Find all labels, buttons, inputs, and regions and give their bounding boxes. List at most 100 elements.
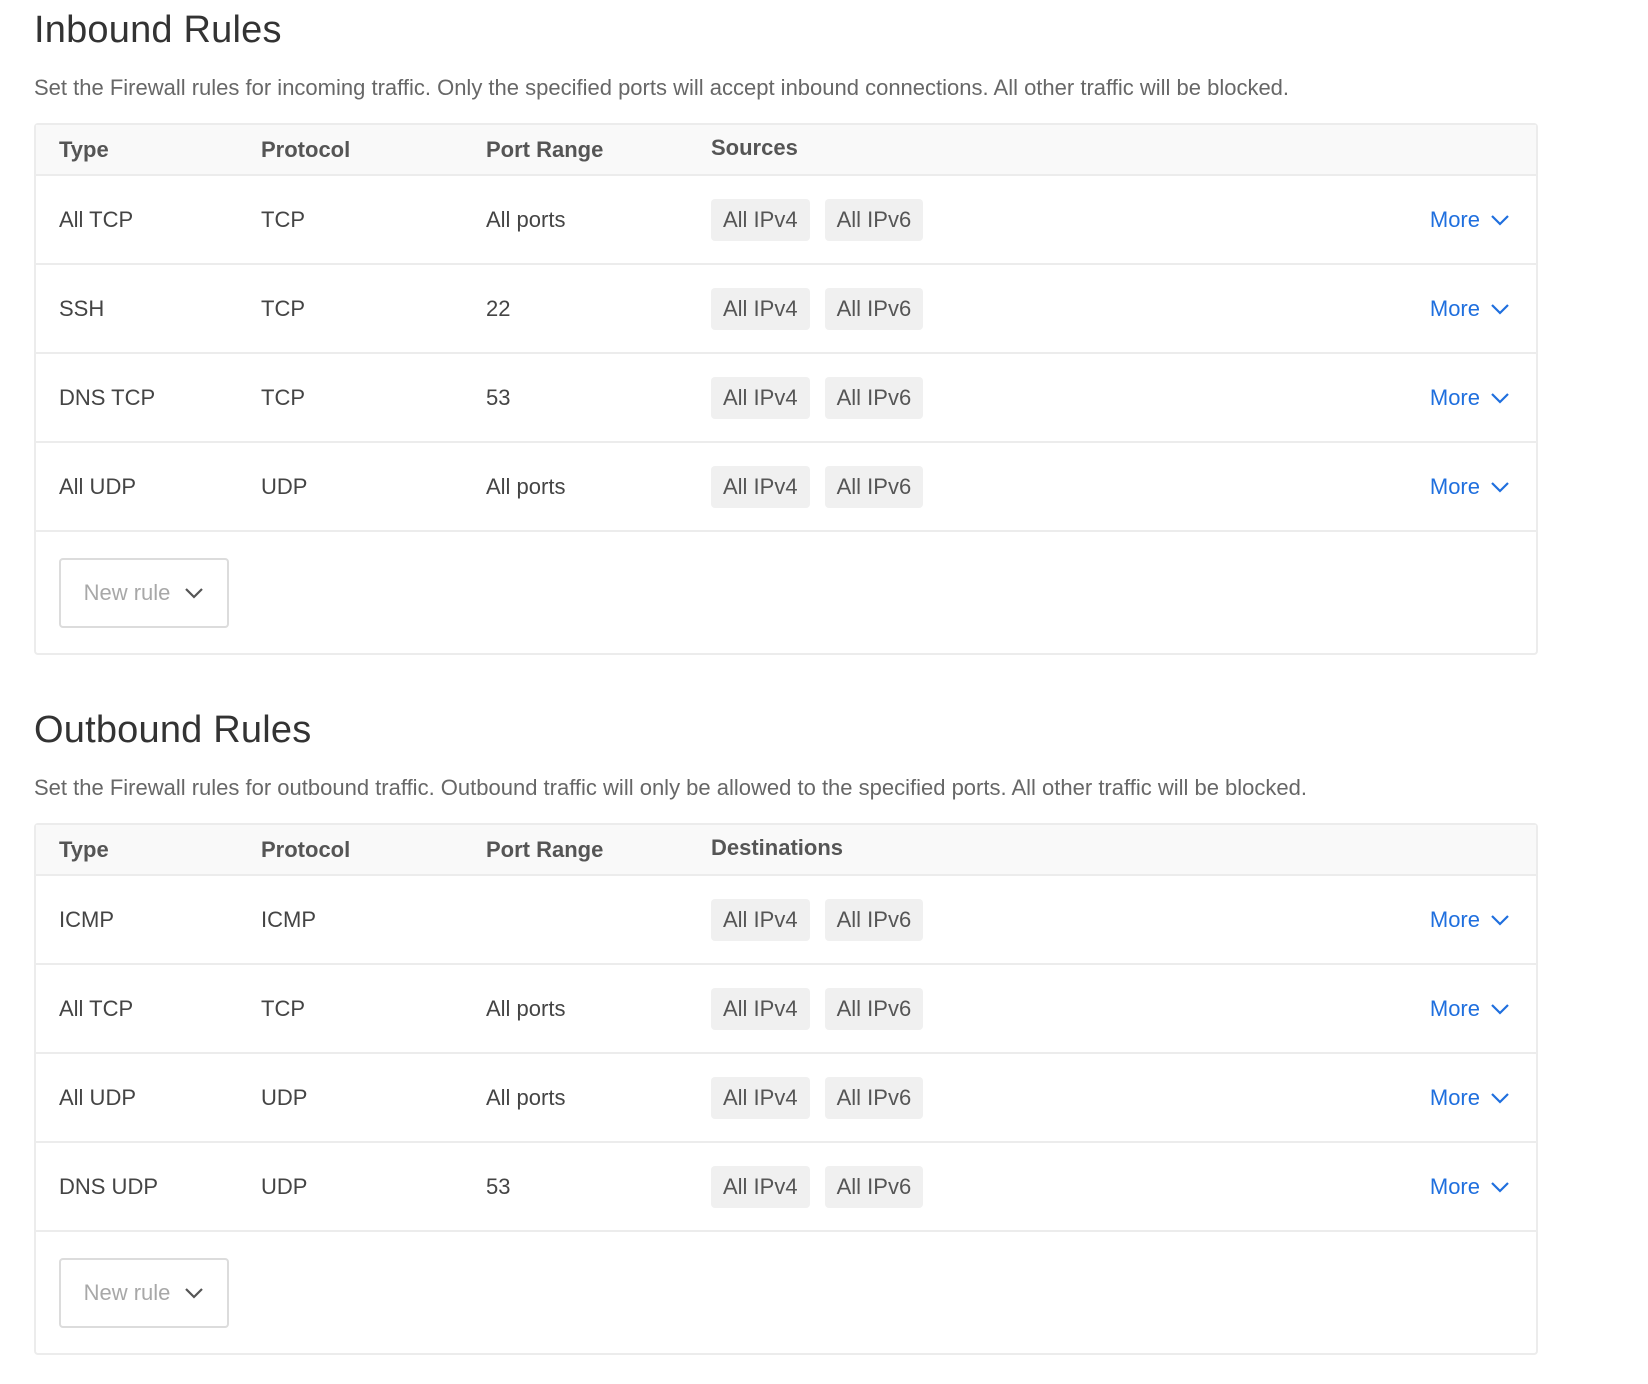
header-type: Type [59, 836, 109, 862]
rule-type: DNS TCP [59, 384, 156, 410]
table-row: DNS UDP UDP 53 All IPv4 All IPv6 More [36, 1143, 1536, 1232]
rule-destinations: All IPv4 All IPv6 [711, 987, 1430, 1030]
source-pill-ipv4: All IPv4 [711, 465, 810, 508]
inbound-rules-section: Inbound Rules Set the Firewall rules for… [34, 0, 1538, 655]
rule-sources: All IPv4 All IPv6 [711, 198, 1430, 241]
more-button[interactable]: More [1430, 474, 1510, 500]
new-rule-button[interactable]: New rule [59, 1257, 229, 1328]
more-label: More [1429, 906, 1480, 932]
outbound-rules-table: Type Protocol Port Range Destinations IC… [34, 823, 1538, 1355]
table-header: Type Protocol Port Range Sources [36, 125, 1536, 176]
outbound-rules-description: Set the Firewall rules for outbound traf… [34, 775, 1308, 800]
source-pill-ipv4: All IPv4 [711, 287, 810, 330]
more-label: More [1429, 295, 1480, 321]
rule-port-range: 53 [486, 1173, 511, 1199]
rule-protocol: ICMP [261, 906, 316, 932]
source-pill-ipv4: All IPv4 [711, 198, 810, 241]
header-port-range: Port Range [486, 836, 604, 862]
header-protocol: Protocol [261, 836, 351, 862]
rule-port-range: 53 [486, 384, 511, 410]
rule-protocol: TCP [261, 295, 305, 321]
destination-pill-ipv4: All IPv4 [711, 898, 810, 941]
source-pill-ipv6: All IPv6 [824, 198, 924, 241]
inbound-rules-table: Type Protocol Port Range Sources All TCP… [34, 123, 1538, 655]
table-header: Type Protocol Port Range Destinations [36, 825, 1536, 876]
rule-type: SSH [59, 295, 105, 321]
header-protocol: Protocol [261, 136, 351, 162]
chevron-down-icon [1491, 1003, 1509, 1015]
more-button[interactable]: More [1430, 907, 1510, 933]
table-row: All TCP TCP All ports All IPv4 All IPv6 … [36, 176, 1536, 265]
chevron-down-icon [185, 587, 204, 599]
table-row: DNS TCP TCP 53 All IPv4 All IPv6 More [36, 354, 1536, 443]
outbound-rules-title: Outbound Rules [34, 709, 312, 751]
rule-sources: All IPv4 All IPv6 [711, 465, 1430, 508]
chevron-down-icon [1491, 392, 1509, 404]
destination-pill-ipv4: All IPv4 [711, 1165, 810, 1208]
chevron-down-icon [1491, 481, 1509, 493]
rule-port-range: 22 [486, 295, 511, 321]
rule-port-range: All ports [486, 995, 566, 1021]
more-button[interactable]: More [1430, 296, 1510, 322]
destination-pill-ipv4: All IPv4 [711, 987, 810, 1030]
more-label: More [1429, 995, 1480, 1021]
table-row: ICMP ICMP All IPv4 All IPv6 More [36, 876, 1536, 965]
header-port-range: Port Range [486, 136, 604, 162]
inbound-rules-description: Set the Firewall rules for incoming traf… [34, 75, 1290, 100]
more-label: More [1429, 384, 1480, 410]
rule-port-range: All ports [486, 1084, 566, 1110]
more-label: More [1429, 1084, 1480, 1110]
rule-type: All TCP [59, 995, 134, 1021]
more-button[interactable]: More [1430, 1174, 1510, 1200]
chevron-down-icon [1491, 303, 1509, 315]
destination-pill-ipv4: All IPv4 [711, 1076, 810, 1119]
more-label: More [1429, 1173, 1480, 1199]
outbound-rules-section: Outbound Rules Set the Firewall rules fo… [34, 700, 1538, 1355]
source-pill-ipv6: All IPv6 [824, 465, 924, 508]
source-pill-ipv4: All IPv4 [711, 376, 810, 419]
chevron-down-icon [185, 1287, 204, 1299]
rule-sources: All IPv4 All IPv6 [711, 376, 1430, 419]
header-type: Type [59, 136, 109, 162]
rule-protocol: UDP [261, 473, 308, 499]
rule-protocol: TCP [261, 384, 305, 410]
more-button[interactable]: More [1430, 1085, 1510, 1111]
more-button[interactable]: More [1430, 385, 1510, 411]
rule-destinations: All IPv4 All IPv6 [711, 1165, 1430, 1208]
rule-sources: All IPv4 All IPv6 [711, 287, 1430, 330]
rule-type: All TCP [59, 206, 134, 232]
chevron-down-icon [1491, 914, 1509, 926]
new-rule-button[interactable]: New rule [59, 557, 229, 628]
header-destinations: Destinations [711, 834, 844, 860]
rule-destinations: All IPv4 All IPv6 [711, 898, 1430, 941]
destination-pill-ipv6: All IPv6 [824, 898, 924, 941]
rule-port-range: All ports [486, 473, 566, 499]
table-footer: New rule [36, 1232, 1536, 1353]
new-rule-label: New rule [83, 1279, 171, 1305]
table-row: All UDP UDP All ports All IPv4 All IPv6 … [36, 443, 1536, 532]
inbound-rules-title: Inbound Rules [34, 9, 282, 51]
more-label: More [1429, 473, 1480, 499]
chevron-down-icon [1491, 1181, 1509, 1193]
rule-protocol: UDP [261, 1173, 308, 1199]
more-button[interactable]: More [1430, 996, 1510, 1022]
source-pill-ipv6: All IPv6 [824, 376, 924, 419]
destination-pill-ipv6: All IPv6 [824, 987, 924, 1030]
more-button[interactable]: More [1430, 207, 1510, 233]
table-row: All TCP TCP All ports All IPv4 All IPv6 … [36, 965, 1536, 1054]
chevron-down-icon [1491, 1092, 1509, 1104]
rule-type: All UDP [59, 1084, 137, 1110]
rule-protocol: UDP [261, 1084, 308, 1110]
table-row: All UDP UDP All ports All IPv4 All IPv6 … [36, 1054, 1536, 1143]
rule-type: ICMP [59, 906, 114, 932]
rule-type: DNS UDP [59, 1173, 159, 1199]
rule-destinations: All IPv4 All IPv6 [711, 1076, 1430, 1119]
rule-protocol: TCP [261, 995, 305, 1021]
header-sources: Sources [711, 134, 798, 160]
new-rule-label: New rule [83, 579, 171, 605]
more-label: More [1429, 206, 1480, 232]
rule-protocol: TCP [261, 206, 305, 232]
table-footer: New rule [36, 532, 1536, 653]
destination-pill-ipv6: All IPv6 [824, 1165, 924, 1208]
table-row: SSH TCP 22 All IPv4 All IPv6 More [36, 265, 1536, 354]
